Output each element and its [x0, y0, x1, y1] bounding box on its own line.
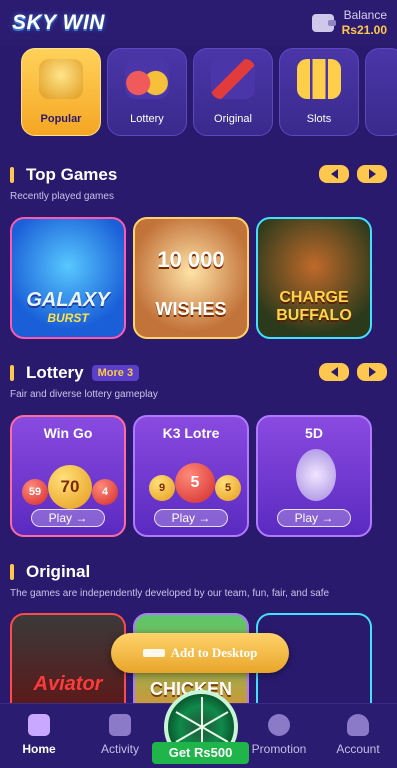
lottery-ball: 5 — [215, 475, 241, 501]
wallet-icon[interactable] — [311, 14, 336, 32]
section-subtitle: Fair and diverse lottery gameplay — [10, 389, 158, 400]
category-label: Original — [214, 113, 252, 125]
category-strip: Popular Lottery Original Slots — [0, 48, 397, 140]
category-popular[interactable]: Popular — [21, 48, 101, 136]
slot-machine-icon — [297, 59, 341, 99]
more-badge[interactable]: More 3 — [91, 365, 140, 381]
play-button[interactable]: Play → — [277, 509, 351, 527]
carousel-arrows — [319, 165, 387, 183]
lottery-section: Lottery More 3 Fair and diverse lottery … — [0, 361, 397, 400]
category-original[interactable]: Original — [193, 48, 273, 136]
wheel-spoke — [201, 711, 229, 728]
nav-label: Account — [336, 742, 380, 756]
game-card-10000-wishes[interactable]: 10 000 WISHES — [133, 217, 249, 339]
play-button[interactable]: Play → — [154, 509, 228, 527]
category-slots[interactable]: Slots — [279, 48, 359, 136]
top-header: SKY WIN Balance Rs21.00 — [0, 0, 397, 46]
get-bonus-button[interactable]: Get Rs500 — [152, 742, 249, 764]
gamepad-icon — [28, 714, 50, 736]
airplane-icon — [211, 59, 255, 99]
game-card-charge-buffalo[interactable]: CHARGE BUFFALO — [256, 217, 372, 339]
section-subtitle: The games are independently developed by… — [10, 588, 330, 599]
arrow-right-icon — [368, 367, 376, 377]
balance-box: Balance Rs21.00 — [342, 8, 387, 38]
wheel-spoke — [201, 697, 203, 727]
wheel-spoke — [175, 711, 203, 728]
nav-label: Promotion — [251, 742, 307, 756]
game-title: CHARGE — [279, 289, 349, 306]
category-label: Lottery — [130, 113, 164, 125]
lottery-ball: 4 — [92, 479, 118, 505]
lottery-name: K3 Lotre — [162, 425, 220, 441]
section-title: Original — [26, 562, 91, 581]
egg-icon — [296, 449, 336, 501]
lottery-card-win-go[interactable]: Win Go 59 70 4 Play → — [10, 415, 126, 537]
trophy-icon — [39, 59, 83, 99]
nav-label: Activity — [100, 742, 139, 756]
next-button[interactable] — [357, 165, 387, 183]
game-subtitle: BUFFALO — [276, 307, 352, 324]
next-button[interactable] — [357, 363, 387, 381]
nav-activity[interactable]: Activity — [85, 714, 155, 756]
nav-promotion[interactable]: Promotion — [244, 714, 314, 756]
heart-icon — [268, 714, 290, 736]
add-to-desktop-label: Add to Desktop — [170, 645, 258, 660]
wheel-spoke — [175, 726, 203, 743]
arrow-right-icon — [368, 169, 376, 179]
game-card-galaxy-burst[interactable]: GALAXY BURST — [10, 217, 126, 339]
lottery-name: 5D — [305, 425, 323, 441]
game-title: GALAXY — [26, 289, 110, 311]
prev-button[interactable] — [319, 165, 349, 183]
original-section: Original The games are independently dev… — [0, 560, 397, 599]
category-label: Popular — [40, 113, 82, 125]
lottery-balls-icon — [125, 59, 169, 99]
nav-label: Home — [22, 742, 56, 756]
lottery-name: Win Go — [43, 425, 93, 441]
balance-value: Rs21.00 — [341, 23, 387, 37]
prev-button[interactable] — [319, 363, 349, 381]
section-title: Lottery — [26, 363, 84, 382]
wheel-spoke — [201, 726, 229, 743]
carousel-arrows — [319, 363, 387, 381]
lottery-ball: 9 — [149, 475, 175, 501]
gift-icon — [109, 714, 131, 736]
section-header: Original — [0, 560, 397, 584]
game-subtitle: BURST — [47, 311, 89, 325]
app-logo[interactable]: SKY WIN — [12, 11, 105, 35]
desktop-icon — [142, 649, 165, 657]
section-marker — [10, 365, 14, 381]
top-games-section: Top Games Recently played games — [0, 163, 397, 202]
section-marker — [10, 564, 14, 580]
category-lottery[interactable]: Lottery — [107, 48, 187, 136]
add-to-desktop-button[interactable]: Add to Desktop — [111, 633, 289, 673]
arrow-left-icon — [330, 367, 338, 377]
category-more[interactable] — [365, 48, 397, 136]
arrow-left-icon — [330, 169, 338, 179]
section-title: Top Games — [26, 165, 118, 184]
game-title: Aviator — [33, 673, 103, 695]
category-label: Slots — [306, 113, 332, 125]
section-marker — [10, 167, 14, 183]
user-icon — [347, 714, 369, 736]
game-subtitle: WISHES — [155, 299, 227, 319]
nav-account[interactable]: Account — [323, 714, 393, 756]
section-subtitle: Recently played games — [10, 191, 114, 202]
lottery-ball: 59 — [22, 479, 48, 505]
lottery-ball: 5 — [175, 463, 215, 503]
lottery-ball: 70 — [48, 465, 92, 509]
nav-home[interactable]: Home — [4, 714, 74, 756]
balance-area[interactable]: Balance Rs21.00 — [311, 8, 387, 38]
play-button[interactable]: Play → — [31, 509, 105, 527]
original-card-aviator[interactable]: Aviator — [10, 613, 126, 703]
balance-label: Balance — [343, 8, 387, 22]
lottery-card-k3-lotre[interactable]: K3 Lotre 9 5 5 Play → — [133, 415, 249, 537]
lottery-card-5d[interactable]: 5D Play → — [256, 415, 372, 537]
game-title: 10 000 — [157, 247, 225, 272]
